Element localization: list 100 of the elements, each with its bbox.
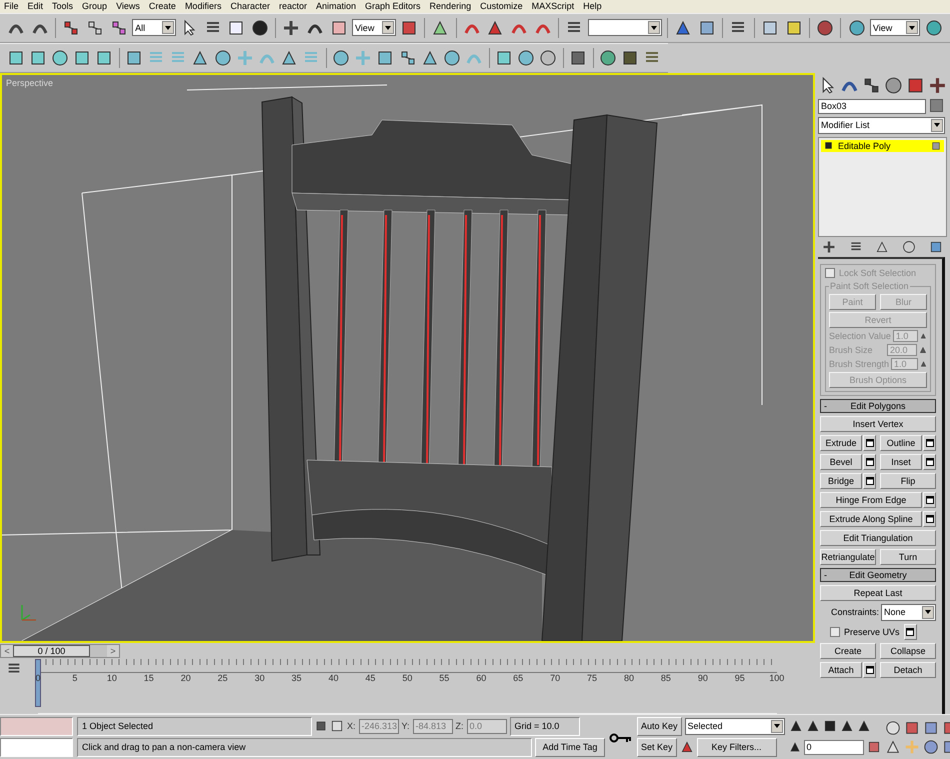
named-selection-dropdown[interactable] [588, 19, 662, 36]
viewport-label: Perspective [6, 78, 54, 88]
menu-item[interactable]: Group [82, 0, 108, 12]
frame-number: 75 [586, 672, 598, 683]
set-key-button[interactable]: Set Key [637, 738, 677, 757]
reference-coordinate-dropdown[interactable]: View [352, 19, 396, 36]
caret-icon [651, 26, 658, 30]
stack-item[interactable]: Editable Poly [821, 140, 944, 152]
current-frame-field[interactable]: 0 [804, 740, 864, 755]
command-button[interactable]: Turn [880, 548, 936, 565]
settings-button[interactable] [863, 454, 876, 470]
grid-readout: Grid = 10.0 [510, 716, 580, 736]
frame-number: 60 [475, 672, 488, 683]
modifier-list-dropdown[interactable]: Modifier List [818, 116, 945, 134]
frame-number: 25 [216, 672, 229, 683]
settings-button[interactable] [863, 472, 876, 489]
command-button[interactable]: Insert Vertex [820, 416, 936, 432]
render-view-dropdown[interactable]: View [870, 19, 920, 36]
caret-icon [774, 724, 780, 728]
menu-item[interactable]: Edit [28, 0, 44, 12]
rollout-header[interactable]: - Edit Geometry [820, 568, 936, 582]
spinner-label: Brush Size [829, 344, 874, 355]
add-time-tag-button[interactable]: Add Time Tag [535, 738, 605, 757]
command-button[interactable]: Outline [880, 434, 922, 451]
maxscript-output-field[interactable] [0, 738, 73, 757]
selection-filter-dropdown[interactable]: All [132, 19, 176, 36]
settings-button[interactable] [904, 624, 917, 640]
frame-number: 0 [34, 672, 42, 683]
menu-item[interactable]: Customize [480, 0, 523, 12]
coordinate-label: Z: [456, 721, 464, 732]
constraints-dropdown[interactable]: None [881, 604, 936, 621]
frame-number: 55 [438, 672, 450, 683]
command-button[interactable]: Extrude Along Spline [820, 510, 922, 527]
modifier-toggle-icon[interactable] [931, 140, 941, 151]
menu-item[interactable]: Create [148, 0, 176, 12]
coordinate-label: Y: [402, 721, 410, 732]
command-button[interactable]: Attach [820, 662, 862, 678]
frame-number: 45 [364, 672, 376, 683]
menu-item[interactable]: Rendering [430, 0, 472, 12]
command-button[interactable]: Flip [880, 472, 936, 489]
key-filters-button[interactable]: Key Filters... [696, 738, 777, 757]
frame-number: 15 [142, 672, 155, 683]
slider-track[interactable]: 0 / 100 [13, 644, 107, 657]
frame-number: 5 [71, 672, 78, 683]
object-color-swatch[interactable] [930, 98, 943, 112]
frame-number: 85 [660, 672, 672, 683]
settings-button[interactable] [923, 454, 936, 470]
caret-icon [909, 26, 916, 30]
command-button[interactable]: Hinge From Edge [820, 492, 922, 508]
menu-item[interactable]: File [4, 0, 19, 12]
menu-item[interactable]: MAXScript [532, 0, 574, 12]
menu-item[interactable]: Tools [52, 0, 74, 12]
command-button[interactable]: Bevel [820, 454, 862, 470]
maxscript-listener-field[interactable] [0, 716, 73, 736]
frame-number: 100 [768, 672, 785, 683]
next-arrow[interactable]: > [107, 646, 119, 656]
frame-number: 50 [401, 672, 414, 683]
command-button[interactable]: Bridge [820, 472, 862, 489]
caret-icon [164, 26, 171, 30]
object-name-field[interactable]: Box03 [818, 98, 926, 114]
constraints-label: Constraints: [830, 607, 879, 618]
caret-icon [934, 123, 940, 128]
frame-number: 35 [290, 672, 303, 683]
caret-icon [384, 26, 391, 30]
menu-item[interactable]: Views [116, 0, 140, 12]
menu-item[interactable]: Graph Editors [365, 0, 421, 12]
frame-number: 20 [180, 672, 192, 683]
spinner-label: Brush Strength [829, 358, 890, 369]
frame-number: 10 [106, 672, 118, 683]
command-button[interactable]: Inset [880, 454, 922, 470]
command-button[interactable]: Edit Triangulation [820, 530, 936, 546]
time-cursor[interactable] [35, 658, 41, 707]
command-button[interactable]: Retriangulate [820, 548, 876, 565]
selection-count: 1 Object Selected [77, 716, 312, 736]
previous-arrow[interactable]: < [1, 646, 13, 656]
command-button[interactable]: Extrude [820, 434, 862, 451]
coordinate-label: X: [347, 721, 356, 732]
settings-button[interactable] [863, 434, 876, 451]
checkbox[interactable] [830, 626, 840, 637]
rollout-header[interactable]: - Edit Polygons [820, 398, 936, 413]
settings-button[interactable] [863, 662, 876, 678]
auto-key-button[interactable]: Auto Key [637, 716, 682, 736]
slider-thumb[interactable]: 0 / 100 [13, 644, 90, 657]
menu-item[interactable]: Modifiers [184, 0, 222, 12]
key-mode-dropdown[interactable]: Selected [684, 718, 785, 735]
command-button[interactable]: Collapse [880, 642, 936, 659]
time-slider[interactable]: < 0 / 100 > [0, 644, 120, 658]
group-title: Paint Soft Selection [829, 280, 910, 291]
menu-item[interactable]: Help [583, 0, 602, 12]
command-button[interactable]: Create [820, 642, 876, 659]
menu-item[interactable]: Animation [316, 0, 356, 12]
menu-item[interactable]: Character [230, 0, 270, 12]
settings-button[interactable] [923, 510, 936, 527]
repeat-last-button[interactable]: Repeat Last [820, 584, 936, 601]
command-button[interactable]: Detach [880, 662, 936, 678]
settings-button[interactable] [923, 434, 936, 451]
settings-button[interactable] [923, 492, 936, 508]
menu-item[interactable]: reactor [278, 0, 307, 12]
bullet-icon [824, 141, 833, 150]
checkbox-label: Preserve UVs [844, 626, 900, 637]
